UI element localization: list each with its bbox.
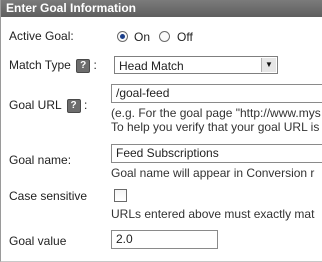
active-goal-on-label[interactable]: On bbox=[134, 30, 150, 44]
goal-url-input[interactable]: /goal-feed bbox=[111, 84, 322, 103]
match-type-label: Match Type bbox=[9, 58, 71, 72]
match-type-colon: : bbox=[93, 58, 97, 72]
active-goal-off-radio[interactable] bbox=[159, 31, 170, 42]
match-type-row-label: Match Type ? : bbox=[9, 58, 97, 73]
active-goal-on-radio[interactable] bbox=[117, 31, 128, 42]
goal-value-label: Goal value bbox=[9, 234, 67, 248]
case-sensitive-label: Case sensitive bbox=[9, 189, 88, 203]
goal-name-input[interactable]: Feed Subscriptions bbox=[111, 144, 322, 163]
goal-url-row-label: Goal URL ? : bbox=[9, 98, 87, 113]
goal-name-label: Goal name: bbox=[9, 153, 72, 167]
goal-name-hint: Goal name will appear in Conversion r bbox=[111, 166, 315, 180]
goal-info-panel: Enter Goal Information Active Goal: On O… bbox=[0, 0, 322, 262]
match-type-value: Head Match bbox=[119, 59, 184, 73]
match-type-select[interactable]: Head Match ▼ bbox=[114, 56, 278, 74]
goal-url-example-hint: (e.g. For the goal page "http://www.mys bbox=[111, 106, 321, 120]
goal-url-colon: : bbox=[83, 98, 88, 112]
match-type-help-icon[interactable]: ? bbox=[76, 58, 91, 73]
case-sensitive-hint: URLs entered above must exactly mat bbox=[111, 207, 315, 221]
panel-title: Enter Goal Information bbox=[1, 0, 322, 17]
goal-url-verify-hint: To help you verify that your goal URL is bbox=[111, 120, 320, 134]
active-goal-off-label[interactable]: Off bbox=[177, 30, 193, 44]
goal-url-help-icon[interactable]: ? bbox=[66, 98, 81, 113]
goal-value-input[interactable]: 2.0 bbox=[111, 230, 218, 249]
active-goal-label: Active Goal: bbox=[9, 29, 74, 43]
chevron-down-icon[interactable]: ▼ bbox=[261, 58, 276, 72]
goal-url-label: Goal URL bbox=[9, 98, 62, 112]
case-sensitive-checkbox[interactable] bbox=[114, 189, 127, 202]
